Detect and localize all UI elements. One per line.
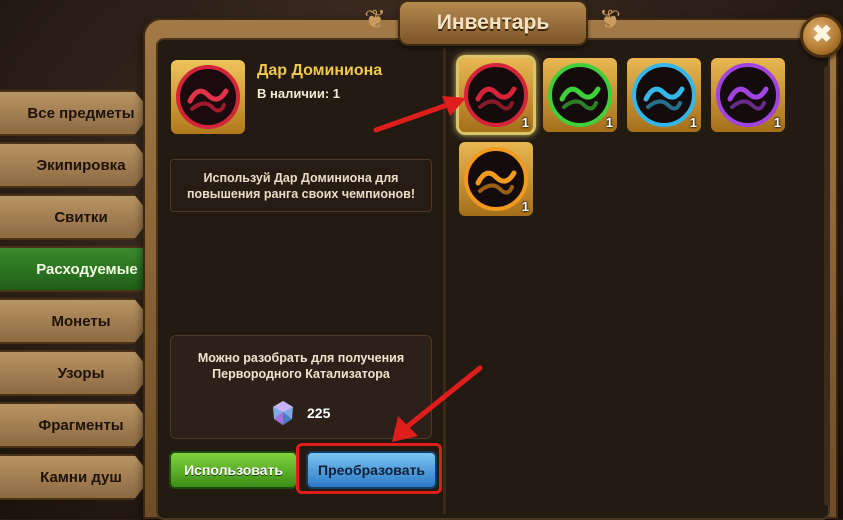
tab-equipment[interactable]: Экипировка: [0, 142, 152, 188]
tab-soul-stones[interactable]: Камни душ: [0, 454, 152, 500]
item-quantity: 1: [521, 199, 529, 214]
convert-button[interactable]: Преобразовать: [306, 451, 437, 489]
tab-scrolls[interactable]: Свитки: [0, 194, 152, 240]
inventory-slot[interactable]: 1: [459, 58, 533, 132]
dominion-gift-orb-icon: [548, 63, 612, 127]
dominion-gift-orb-icon: [464, 63, 528, 127]
use-button[interactable]: Использовать: [169, 451, 298, 489]
tab-label: Монеты: [51, 312, 111, 330]
inventory-scrollbar[interactable]: [824, 66, 830, 506]
inventory-slot[interactable]: 1: [459, 142, 533, 216]
item-quantity: 1: [605, 115, 613, 130]
item-quantity: 1: [521, 115, 529, 130]
tab-label: Расходуемые: [36, 260, 138, 278]
tab-label: Свитки: [54, 208, 108, 226]
tab-fragments[interactable]: Фрагменты: [0, 402, 152, 448]
close-button[interactable]: ✖: [800, 14, 843, 58]
item-quantity: 1: [689, 115, 697, 130]
selected-item-stock: В наличии: 1: [257, 86, 341, 101]
tab-label: Узоры: [57, 364, 105, 382]
catalyst-count: 225: [307, 405, 331, 421]
dominion-gift-orb-icon: [464, 147, 528, 211]
tab-patterns[interactable]: Узоры: [0, 350, 152, 396]
tab-label: Экипировка: [36, 156, 126, 174]
disassemble-info-box: Можно разобрать для получения Первородно…: [170, 335, 432, 439]
window-title: Инвентарь: [436, 11, 550, 34]
inventory-slot[interactable]: 1: [711, 58, 785, 132]
panel-divider: [443, 48, 446, 514]
window-title-plate: Инвентарь: [398, 0, 588, 46]
close-icon: ✖: [811, 21, 833, 48]
item-quantity: 1: [773, 115, 781, 130]
tab-label: Фрагменты: [38, 416, 124, 434]
selected-item-icon: [171, 60, 245, 134]
disassemble-text: Можно разобрать для получения Первородно…: [197, 351, 405, 381]
inventory-slot[interactable]: 1: [543, 58, 617, 132]
dominion-gift-orb-icon: [716, 63, 780, 127]
left-wing-ornament-icon: ❦: [364, 3, 386, 34]
tab-all-items[interactable]: Все предметы: [0, 90, 152, 136]
tab-consumables[interactable]: Расходуемые: [0, 246, 164, 292]
item-description-box: Используй Дар Доминиона для повышения ра…: [170, 159, 432, 212]
inventory-slot[interactable]: 1: [627, 58, 701, 132]
item-description: Используй Дар Доминиона для повышения ра…: [186, 170, 416, 201]
selected-item-name: Дар Доминиона: [257, 62, 383, 79]
dominion-gift-orb-icon: [632, 63, 696, 127]
right-wing-ornament-icon: ❦: [599, 3, 621, 34]
tab-label: Камни душ: [40, 468, 122, 486]
tab-label: Все предметы: [27, 104, 135, 122]
dominion-gift-orb-icon: [176, 65, 240, 129]
tab-coins[interactable]: Монеты: [0, 298, 152, 344]
crystal-catalyst-icon: [273, 401, 293, 425]
